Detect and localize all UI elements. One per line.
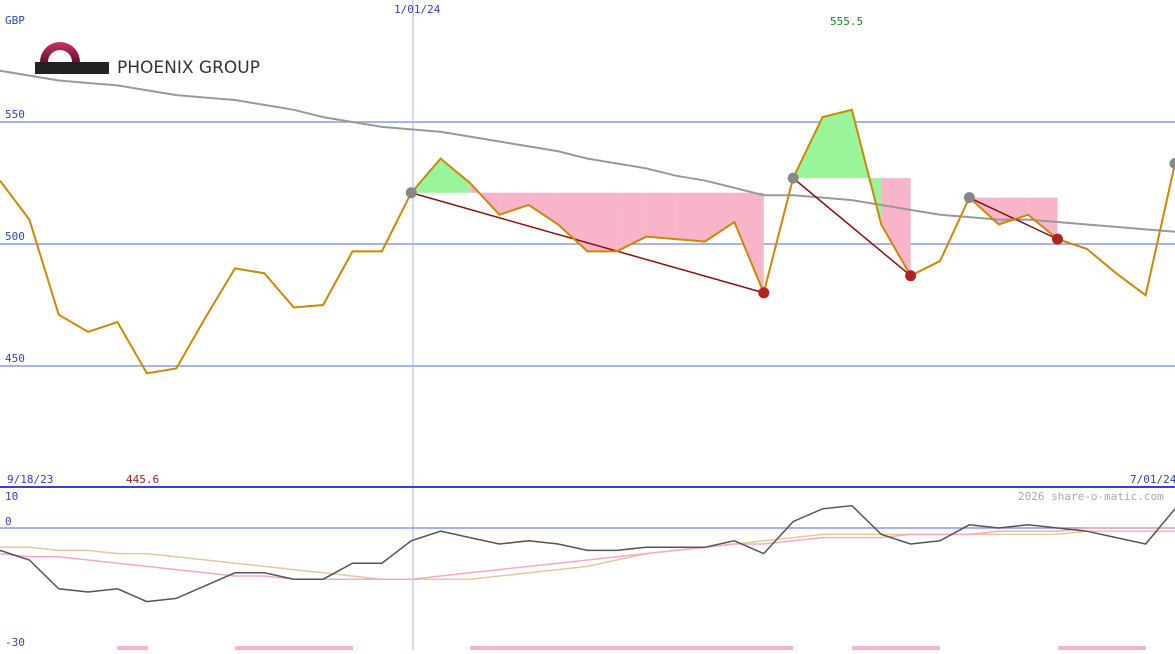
osc-ytick-10: 10 bbox=[5, 490, 18, 503]
volume-bar-10 bbox=[1058, 646, 1146, 650]
volume-bar-1 bbox=[235, 646, 265, 650]
region-0-segment-17 bbox=[499, 193, 528, 215]
swing-start-point bbox=[406, 187, 417, 198]
osc-main-line bbox=[0, 506, 1175, 602]
region-1-segment-28 bbox=[823, 110, 852, 178]
high-value-label: 555.5 bbox=[830, 16, 863, 27]
region-0-segment-20 bbox=[588, 193, 617, 252]
swing-start-point bbox=[964, 192, 975, 203]
osc-pink-line bbox=[0, 528, 1175, 579]
volume-bar-6 bbox=[558, 646, 738, 650]
volume-bar-4 bbox=[470, 646, 530, 650]
volume-bar-8 bbox=[852, 646, 882, 650]
osc-ytick-0: 0 bbox=[5, 515, 12, 528]
ytick-label-500: 500 bbox=[5, 230, 25, 243]
volume-bar-0 bbox=[117, 646, 148, 650]
swing-end-point bbox=[1052, 234, 1063, 245]
volume-bar-9 bbox=[880, 646, 940, 650]
region-0-segment-21 bbox=[617, 193, 646, 252]
mid-date-top-label: 1/01/24 bbox=[394, 4, 440, 15]
phoenix-logo-icon bbox=[34, 36, 110, 76]
osc-tan-line bbox=[0, 531, 1175, 579]
volume-bar-2 bbox=[263, 646, 295, 650]
region-0-segment-24 bbox=[705, 193, 734, 242]
region-0-segment-19 bbox=[558, 193, 587, 252]
currency-label: GBP bbox=[5, 15, 25, 26]
volume-bar-5 bbox=[530, 646, 560, 650]
chart-stage: 450 500 550 10 0 -30 PHOENIX GROUP GBP 1/01/2… bbox=[0, 0, 1175, 650]
region-0-segment-23 bbox=[676, 193, 705, 242]
ytick-label-550: 550 bbox=[5, 108, 25, 121]
swing-start-point bbox=[788, 173, 799, 184]
swing-end-point bbox=[758, 287, 769, 298]
watermark: 2026 share-o-matic.com bbox=[1018, 491, 1164, 502]
swing-end-point bbox=[905, 270, 916, 281]
low-value-label: 445.6 bbox=[126, 474, 159, 485]
volume-bar-7 bbox=[738, 646, 793, 650]
region-0-segment-22 bbox=[646, 193, 675, 239]
region-0-segment-25 bbox=[734, 193, 763, 293]
region-1-segment-30 bbox=[881, 178, 910, 276]
company-name: PHOENIX GROUP bbox=[117, 58, 260, 78]
chart-svg: 450 500 550 10 0 -30 bbox=[0, 0, 1175, 650]
start-date-label: 9/18/23 bbox=[7, 474, 53, 485]
end-date-label: 7/01/24 bbox=[1130, 474, 1175, 485]
region-0-segment-15 bbox=[441, 159, 470, 193]
volume-bar-3 bbox=[295, 646, 353, 650]
swing-start-point bbox=[1170, 158, 1175, 169]
ytick-label-450: 450 bbox=[5, 352, 25, 365]
osc-ytick-neg30: -30 bbox=[5, 636, 25, 649]
